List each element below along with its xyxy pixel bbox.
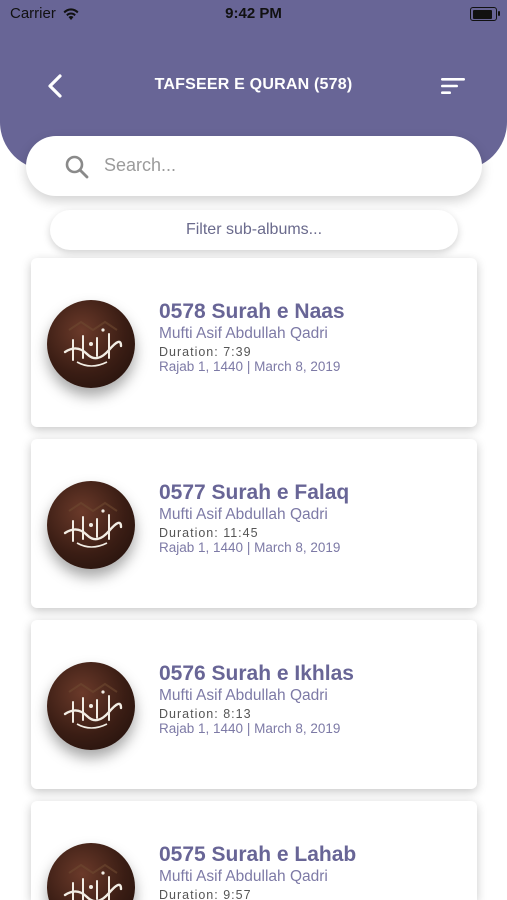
album-thumbnail	[47, 481, 135, 569]
item-duration: Duration: 11:45	[159, 526, 259, 540]
item-title: 0576 Surah e Ikhlas	[159, 662, 354, 685]
album-thumbnail	[47, 300, 135, 388]
calligraphy-logo-icon	[63, 501, 123, 548]
item-title: 0578 Surah e Naas	[159, 300, 345, 323]
item-date: Rajab 1, 1440 | March 8, 2019	[159, 721, 341, 736]
status-time: 9:42 PM	[225, 5, 282, 22]
item-duration: Duration: 7:39	[159, 345, 252, 359]
search-placeholder: Search...	[104, 155, 177, 175]
status-bar: Carrier 9:42 PM	[0, 0, 507, 28]
calligraphy-logo-icon	[63, 320, 123, 367]
list-item[interactable]: 0576 Surah e Ikhlas Mufti Asif Abdullah …	[31, 620, 477, 789]
battery-icon	[470, 7, 500, 21]
chevron-left-icon[interactable]	[42, 72, 70, 100]
item-speaker: Mufti Asif Abdullah Qadri	[159, 868, 328, 885]
item-speaker: Mufti Asif Abdullah Qadri	[159, 506, 328, 523]
calligraphy-logo-icon	[63, 863, 123, 900]
battery-level	[472, 9, 492, 19]
item-title: 0575 Surah e Lahab	[159, 843, 357, 866]
item-duration: Duration: 8:13	[159, 707, 252, 721]
item-speaker: Mufti Asif Abdullah Qadri	[159, 687, 328, 704]
album-thumbnail	[47, 662, 135, 750]
sort-icon[interactable]	[440, 76, 466, 96]
item-title: 0577 Surah e Falaq	[159, 481, 350, 504]
list-item[interactable]: 0575 Surah e Lahab Mufti Asif Abdullah Q…	[31, 801, 477, 900]
item-speaker: Mufti Asif Abdullah Qadri	[159, 325, 328, 342]
search-icon	[65, 155, 89, 179]
page-title: TAFSEER E QURAN (578)	[154, 76, 353, 93]
item-date: Rajab 1, 1440 | March 8, 2019	[159, 540, 341, 555]
search-input[interactable]: Search...	[26, 136, 482, 196]
calligraphy-logo-icon	[63, 682, 123, 729]
list-item[interactable]: 0577 Surah e Falaq Mufti Asif Abdullah Q…	[31, 439, 477, 608]
album-thumbnail	[47, 843, 135, 900]
list-item[interactable]: 0578 Surah e Naas Mufti Asif Abdullah Qa…	[31, 258, 477, 427]
item-duration: Duration: 9:57	[159, 888, 252, 900]
item-date: Rajab 1, 1440 | March 8, 2019	[159, 359, 341, 374]
filter-sub-albums-button[interactable]: Filter sub-albums...	[50, 210, 458, 250]
